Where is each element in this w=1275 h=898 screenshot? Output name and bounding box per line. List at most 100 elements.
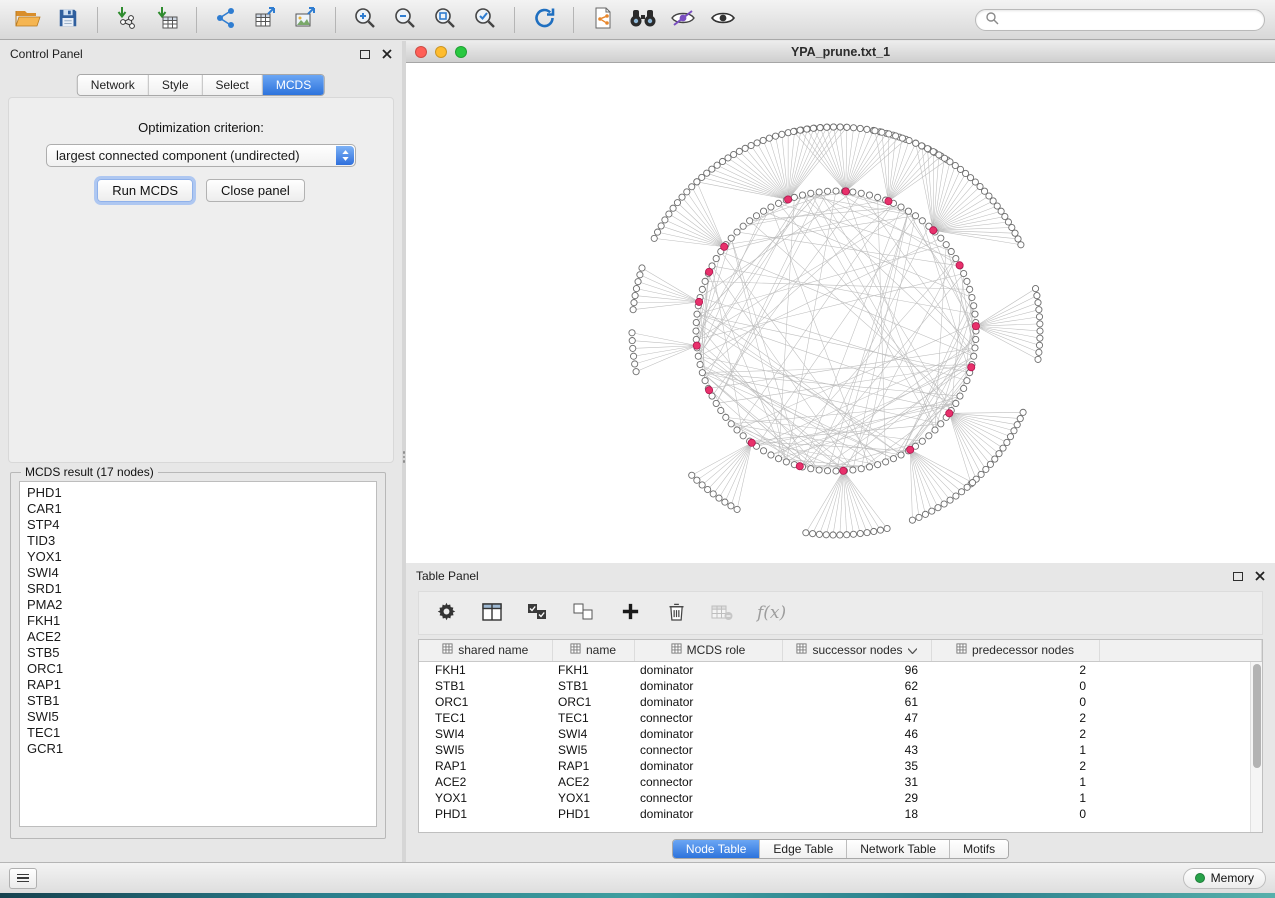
add-column-button[interactable] xyxy=(619,600,641,626)
network-node[interactable] xyxy=(723,414,729,420)
network-node[interactable] xyxy=(929,508,935,514)
network-node[interactable] xyxy=(919,218,925,224)
network-node[interactable] xyxy=(658,223,664,229)
network-node[interactable] xyxy=(833,188,839,194)
network-node[interactable] xyxy=(947,497,953,503)
import-network-button[interactable] xyxy=(109,4,145,36)
network-node[interactable] xyxy=(919,438,925,444)
dominator-node[interactable] xyxy=(885,198,892,205)
network-node[interactable] xyxy=(779,131,785,137)
network-node[interactable] xyxy=(936,152,942,158)
network-node[interactable] xyxy=(753,213,759,219)
network-node[interactable] xyxy=(964,278,970,284)
network-node[interactable] xyxy=(967,286,973,292)
mcds-result-list[interactable]: PHD1CAR1STP4TID3YOX1SWI4SRD1PMA2FKH1ACE2… xyxy=(19,481,377,827)
network-node[interactable] xyxy=(629,330,635,336)
network-node[interactable] xyxy=(754,140,760,146)
network-node[interactable] xyxy=(772,133,778,139)
close-panel-icon[interactable] xyxy=(1255,571,1265,581)
network-node[interactable] xyxy=(791,194,797,200)
export-network-button[interactable] xyxy=(208,4,244,36)
table-row[interactable]: ACE2ACE2connector311 xyxy=(419,774,1262,790)
mcds-result-item[interactable]: TEC1 xyxy=(27,725,369,741)
network-node[interactable] xyxy=(996,451,1002,457)
mcds-result-item[interactable]: CAR1 xyxy=(27,501,369,517)
network-node[interactable] xyxy=(1035,356,1041,362)
network-node[interactable] xyxy=(938,421,944,427)
delete-table-button[interactable] xyxy=(711,600,733,626)
tab-network[interactable]: Network xyxy=(78,75,148,95)
network-node[interactable] xyxy=(1018,242,1024,248)
network-node[interactable] xyxy=(684,189,690,195)
zoom-out-button[interactable] xyxy=(387,4,423,36)
column-header-mcds-role[interactable]: MCDS role xyxy=(634,640,782,661)
mcds-result-item[interactable]: STB5 xyxy=(27,645,369,661)
tab-mcds[interactable]: MCDS xyxy=(262,75,324,95)
network-node[interactable] xyxy=(694,179,700,185)
network-node[interactable] xyxy=(884,525,890,531)
network-node[interactable] xyxy=(695,353,701,359)
network-node[interactable] xyxy=(833,468,839,474)
network-node[interactable] xyxy=(1012,230,1018,236)
network-node[interactable] xyxy=(972,345,978,351)
network-node[interactable] xyxy=(702,278,708,284)
network-node[interactable] xyxy=(941,155,947,161)
network-node[interactable] xyxy=(689,184,695,190)
mcds-result-item[interactable]: PMA2 xyxy=(27,597,369,613)
mcds-result-item[interactable]: STP4 xyxy=(27,517,369,533)
mcds-result-item[interactable]: ACE2 xyxy=(27,629,369,645)
network-node[interactable] xyxy=(935,505,941,511)
network-node[interactable] xyxy=(734,229,740,235)
mcds-result-item[interactable]: FKH1 xyxy=(27,613,369,629)
tab-network-table[interactable]: Network Table xyxy=(846,840,949,858)
network-node[interactable] xyxy=(1036,314,1042,320)
network-node[interactable] xyxy=(961,385,967,391)
close-panel-icon[interactable] xyxy=(382,49,392,59)
network-node[interactable] xyxy=(693,319,699,325)
network-node[interactable] xyxy=(844,124,850,130)
panel-menu-button[interactable] xyxy=(9,868,37,889)
zoom-fit-button[interactable] xyxy=(427,4,463,36)
network-node[interactable] xyxy=(837,532,843,538)
network-node[interactable] xyxy=(632,361,638,367)
network-node[interactable] xyxy=(899,135,905,141)
network-node[interactable] xyxy=(816,531,822,537)
network-node[interactable] xyxy=(938,235,944,241)
column-header-shared-name[interactable]: shared name xyxy=(419,640,552,661)
mcds-result-item[interactable]: YOX1 xyxy=(27,549,369,565)
network-node[interactable] xyxy=(953,400,959,406)
table-row[interactable]: RAP1RAP1dominator352 xyxy=(419,758,1262,774)
close-panel-button[interactable]: Close panel xyxy=(206,179,305,202)
network-node[interactable] xyxy=(635,279,641,285)
column-header-name[interactable]: name xyxy=(552,640,634,661)
network-node[interactable] xyxy=(912,213,918,219)
network-node[interactable] xyxy=(1036,307,1042,313)
dominator-node[interactable] xyxy=(842,188,849,195)
network-node[interactable] xyxy=(670,205,676,211)
network-node[interactable] xyxy=(978,471,984,477)
network-node[interactable] xyxy=(850,531,856,537)
network-node[interactable] xyxy=(830,532,836,538)
export-table-button[interactable] xyxy=(248,4,284,36)
network-node[interactable] xyxy=(633,285,639,291)
network-node[interactable] xyxy=(964,378,970,384)
network-node[interactable] xyxy=(747,218,753,224)
network-node[interactable] xyxy=(1037,321,1043,327)
network-node[interactable] xyxy=(689,472,695,478)
network-node[interactable] xyxy=(760,137,766,143)
dominator-node[interactable] xyxy=(930,227,937,234)
network-node[interactable] xyxy=(1005,219,1011,225)
network-node[interactable] xyxy=(857,125,863,131)
table-row[interactable]: ORC1ORC1dominator610 xyxy=(419,694,1262,710)
mcds-result-item[interactable]: SWI4 xyxy=(27,565,369,581)
table-row[interactable]: FKH1FKH1dominator962 xyxy=(419,661,1262,678)
network-node[interactable] xyxy=(992,456,998,462)
network-node[interactable] xyxy=(913,140,919,146)
table-row[interactable]: STB1STB1dominator620 xyxy=(419,678,1262,694)
network-node[interactable] xyxy=(768,452,774,458)
dominator-node[interactable] xyxy=(946,410,953,417)
dominator-node[interactable] xyxy=(695,298,702,305)
network-node[interactable] xyxy=(964,484,970,490)
network-graph[interactable] xyxy=(406,63,1275,563)
function-builder-button[interactable]: f(x) xyxy=(757,600,786,626)
